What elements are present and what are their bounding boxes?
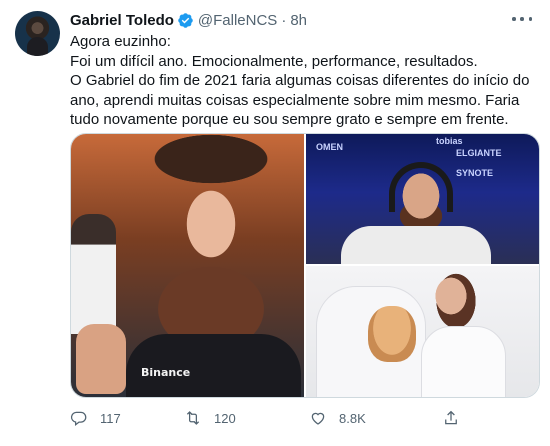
photo-headset[interactable]: OMEN ELGIANTE tobias SYNOTE xyxy=(306,134,539,264)
banner-text: tobias xyxy=(436,136,463,146)
more-options-icon[interactable] xyxy=(512,12,532,26)
banner-text: OMEN xyxy=(316,142,343,152)
reply-icon xyxy=(70,411,87,427)
timestamp[interactable]: 8h xyxy=(290,12,307,29)
tweet-actions: 117 120 8.8K xyxy=(70,406,490,430)
headset xyxy=(389,162,453,212)
separator-dot: · xyxy=(281,11,287,29)
verified-icon xyxy=(177,12,194,29)
photo-thumbs-up[interactable]: Binance xyxy=(71,134,304,397)
tweet-header: Gabriel Toledo @FalleNCS · 8h xyxy=(70,11,307,29)
tweet-line: Agora euzinho: xyxy=(70,33,171,50)
jersey xyxy=(341,226,491,264)
like-button[interactable]: 8.8K xyxy=(309,406,366,430)
background-person xyxy=(71,214,116,334)
media-grid: Binance OMEN ELGIANTE tobias SYNOTE xyxy=(70,133,540,398)
tweet-text: Agora euzinho: Foi um difícil ano. Emoci… xyxy=(70,32,540,130)
banner-text: ELGIANTE xyxy=(456,148,502,158)
tweet-line: Foi um difícil ano. Emocionalmente, perf… xyxy=(70,52,478,70)
like-icon xyxy=(311,412,325,425)
share-icon xyxy=(445,410,457,425)
photo-with-dog[interactable] xyxy=(306,266,539,397)
hoodie xyxy=(421,326,506,397)
tweet-line: O Gabriel do fim de 2021 faria algumas c… xyxy=(70,72,530,128)
reply-count: 117 xyxy=(100,410,121,426)
thumbs-up-hand xyxy=(76,324,126,394)
like-count: 8.8K xyxy=(339,410,366,426)
share-button[interactable] xyxy=(442,406,460,430)
avatar[interactable] xyxy=(15,11,60,56)
tweet[interactable]: Gabriel Toledo @FalleNCS · 8h Agora euzi… xyxy=(0,0,550,446)
author-handle[interactable]: @FalleNCS xyxy=(198,12,277,29)
reply-button[interactable]: 117 xyxy=(70,406,121,430)
retweet-count: 120 xyxy=(214,410,236,426)
jersey-sponsor: Binance xyxy=(141,366,191,379)
author-name[interactable]: Gabriel Toledo xyxy=(70,12,174,29)
retweet-icon xyxy=(186,411,200,425)
banner-text: SYNOTE xyxy=(456,168,494,178)
retweet-button[interactable]: 120 xyxy=(184,406,236,430)
pomeranian-dog xyxy=(368,306,416,362)
